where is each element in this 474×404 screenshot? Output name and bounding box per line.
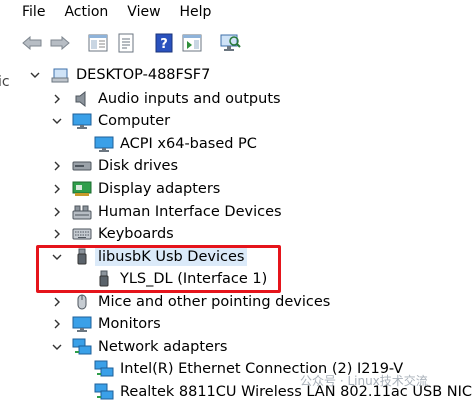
tree-node-hid[interactable]: Human Interface Devices — [50, 201, 282, 223]
chevron-down-icon[interactable] — [28, 68, 42, 82]
action-pane-icon[interactable] — [180, 31, 204, 55]
monitor-icon — [72, 315, 92, 333]
tree-node-label: Monitors — [98, 316, 161, 332]
tree-node-label: Display adapters — [98, 181, 221, 197]
chevron-right-icon[interactable] — [50, 182, 64, 196]
tree-node-computer[interactable]: Computer — [50, 110, 170, 132]
chevron-down-icon[interactable] — [50, 114, 64, 128]
hid-icon — [72, 203, 92, 221]
menu-view[interactable]: View — [127, 4, 160, 20]
tree-node-mice[interactable]: Mice and other pointing devices — [50, 291, 330, 313]
chevron-right-icon[interactable] — [50, 92, 64, 106]
chevron-right-icon[interactable] — [50, 295, 64, 309]
display-adapter-icon — [72, 180, 92, 198]
tree-node-label: Keyboards — [98, 226, 174, 242]
network-icon — [94, 383, 114, 401]
tree-root-label: DESKTOP-488FSF7 — [76, 67, 211, 83]
menu-bar: File Action View Help — [0, 0, 474, 24]
watermark: 公众号 · Linux技术交流 — [300, 374, 428, 388]
network-icon — [94, 360, 114, 378]
tree-node-label: Computer — [98, 113, 171, 129]
svg-text:?: ? — [160, 37, 168, 52]
monitor-icon — [72, 112, 92, 130]
menu-help[interactable]: Help — [180, 4, 212, 20]
computer-tower-icon — [50, 66, 70, 84]
tree-node-label: ACPI x64-based PC — [120, 136, 257, 152]
toolbar: ? — [0, 26, 474, 60]
tree-root[interactable]: DESKTOP-488FSF7 — [28, 64, 210, 86]
tree-node-label: Audio inputs and outputs — [98, 91, 281, 107]
tree-node-keyboards[interactable]: Keyboards — [50, 223, 174, 245]
tree-node-label: Disk drives — [98, 158, 179, 174]
speaker-icon — [72, 90, 92, 108]
properties-icon[interactable] — [114, 31, 138, 55]
tree-node-acpi[interactable]: ACPI x64-based PC — [94, 133, 257, 155]
tree-node-label: Network adapters — [98, 339, 228, 355]
chevron-right-icon[interactable] — [50, 317, 64, 331]
scan-hardware-monitor-icon[interactable] — [218, 31, 242, 55]
disk-drive-icon — [72, 157, 92, 175]
chevron-right-icon[interactable] — [50, 205, 64, 219]
keyboard-icon — [72, 225, 92, 243]
tree-node-monitors[interactable]: Monitors — [50, 313, 161, 335]
tree-node-network[interactable]: Network adapters — [50, 336, 227, 358]
show-hide-console-tree-icon[interactable] — [86, 31, 110, 55]
tree-node-label: Mice and other pointing devices — [98, 294, 331, 310]
tree-node-disk[interactable]: Disk drives — [50, 155, 178, 177]
chevron-right-icon[interactable] — [50, 227, 64, 241]
mouse-icon — [72, 293, 92, 311]
left-edge-fragment: ic — [0, 74, 10, 90]
tree-node-audio[interactable]: Audio inputs and outputs — [50, 88, 281, 110]
chevron-right-icon[interactable] — [50, 159, 64, 173]
network-icon — [72, 338, 92, 356]
forward-arrow-icon[interactable] — [48, 31, 72, 55]
menu-file[interactable]: File — [22, 4, 45, 20]
monitor-icon — [94, 135, 114, 153]
help-icon[interactable]: ? — [152, 31, 176, 55]
back-arrow-icon[interactable] — [20, 31, 44, 55]
tree-node-label: Human Interface Devices — [98, 204, 282, 220]
tree-node-display[interactable]: Display adapters — [50, 178, 220, 200]
highlight-annotation-box — [36, 245, 281, 293]
menu-action[interactable]: Action — [64, 4, 108, 20]
chevron-down-icon[interactable] — [50, 340, 64, 354]
